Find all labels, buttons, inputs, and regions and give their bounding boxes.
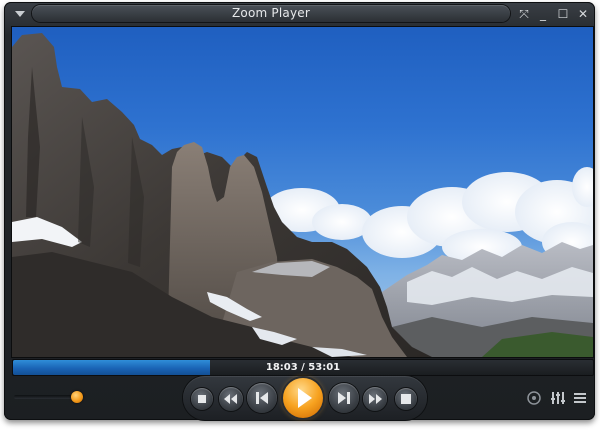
time-display: 18:03 / 53:01 — [265, 362, 341, 373]
stop-square-icon — [401, 394, 411, 404]
title-pill: Zoom Player — [32, 5, 510, 22]
rewind-button[interactable] — [219, 387, 243, 411]
previous-icon — [256, 392, 268, 404]
play-icon — [298, 388, 312, 408]
close-button[interactable]: ✕ — [575, 6, 591, 22]
target-icon — [527, 391, 541, 405]
menu-icon — [574, 393, 586, 403]
play-button[interactable] — [283, 378, 323, 418]
next-button[interactable] — [329, 383, 359, 413]
stop-button[interactable] — [191, 388, 213, 410]
title-bar[interactable]: Zoom Player ⤧ _ ☐ ✕ — [4, 2, 595, 26]
maximize-button[interactable]: ☐ — [555, 6, 571, 22]
visualizer-button[interactable] — [525, 389, 543, 407]
player-window: Zoom Player ⤧ _ ☐ ✕ 18:03 / 53:01 — [4, 2, 595, 420]
stop-icon — [198, 395, 206, 403]
equalizer-button[interactable] — [549, 389, 567, 407]
main-menu-button[interactable] — [10, 5, 30, 23]
equalizer-icon — [551, 392, 565, 404]
fast-forward-button[interactable] — [363, 387, 387, 411]
previous-button[interactable] — [247, 383, 277, 413]
seek-bar[interactable]: 18:03 / 53:01 — [12, 359, 594, 376]
video-area[interactable] — [11, 26, 594, 358]
volume-knob[interactable] — [71, 391, 83, 403]
rewind-icon — [224, 394, 237, 404]
control-bar — [4, 376, 595, 420]
minimize-button[interactable]: _ — [535, 6, 551, 22]
video-frame-image — [12, 33, 593, 357]
window-title: Zoom Player — [232, 6, 310, 20]
next-icon — [338, 392, 350, 404]
eject-stop-button[interactable] — [395, 388, 417, 410]
playlist-menu-button[interactable] — [571, 389, 589, 407]
volume-slider[interactable] — [14, 391, 84, 403]
fast-forward-icon — [369, 394, 382, 404]
fullscreen-button[interactable]: ⤧ — [516, 6, 532, 22]
transport-controls — [183, 376, 427, 420]
